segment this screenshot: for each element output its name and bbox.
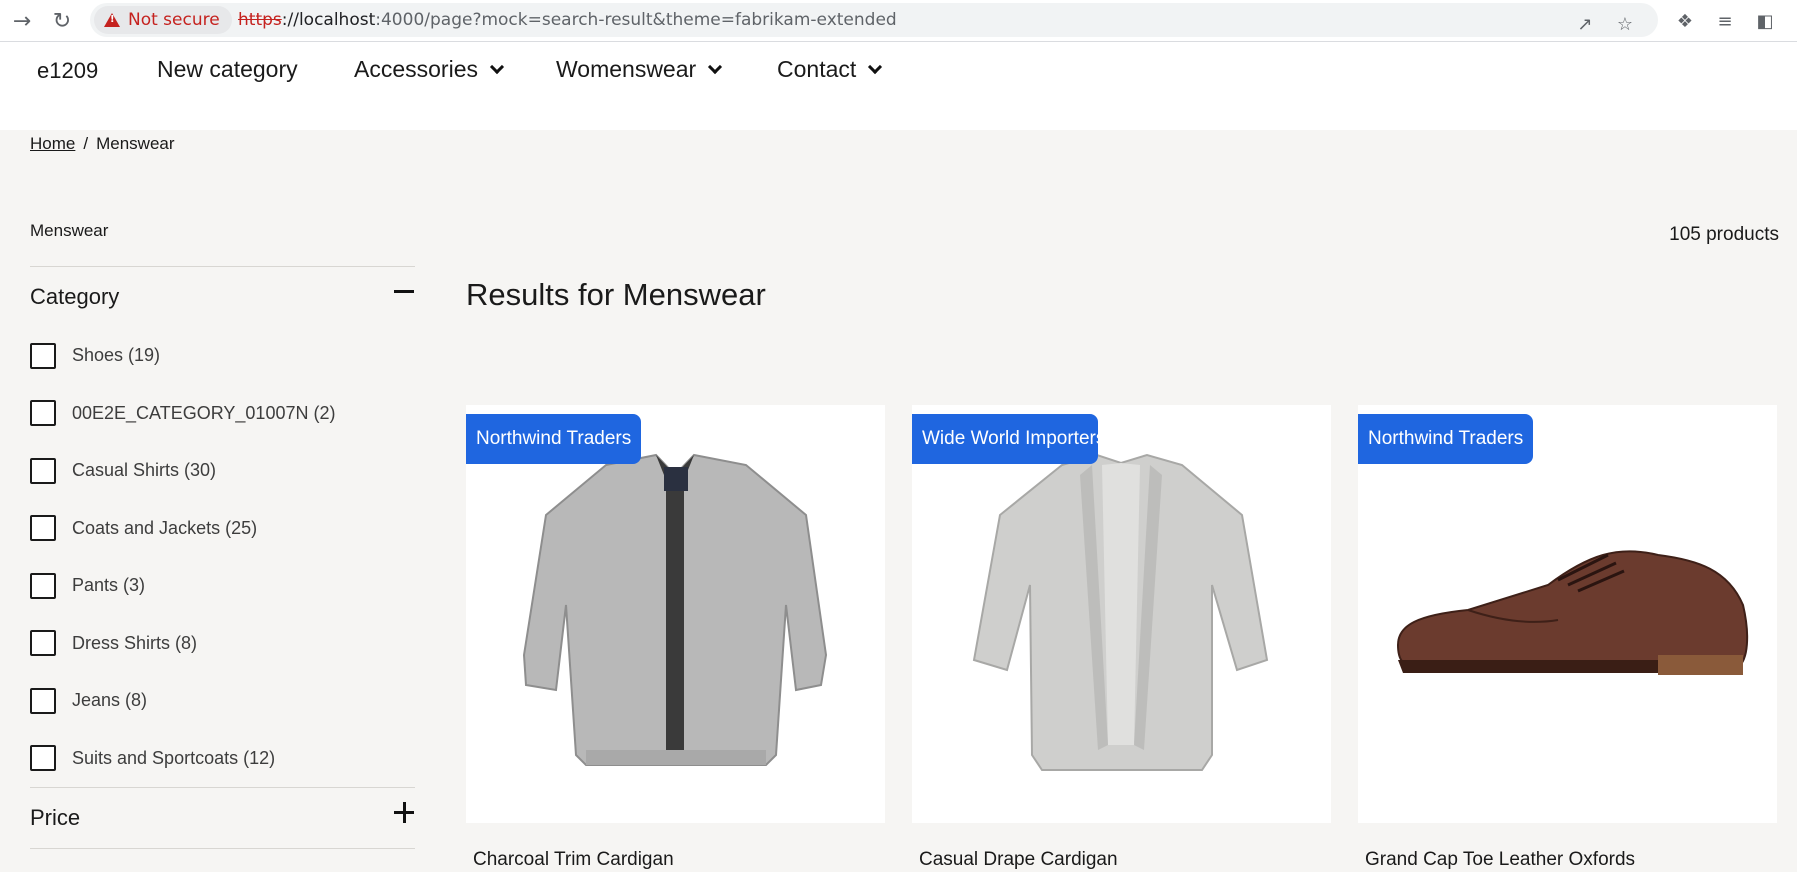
facet-option[interactable]: Dress Shirts (8) — [30, 615, 415, 673]
nav-new-category[interactable]: New category — [157, 56, 298, 83]
cardigan-image — [972, 453, 1269, 771]
nav-label: Contact — [777, 56, 857, 82]
facet-option-label: Casual Shirts (30) — [72, 460, 217, 481]
facet-option-label: Coats and Jackets (25) — [72, 517, 258, 538]
product-image[interactable]: Wide World Importers — [912, 405, 1331, 823]
nav-label: Womenswear — [556, 56, 697, 82]
product-count: 105 products — [1669, 224, 1779, 245]
brand-logo[interactable]: e1209 — [37, 58, 98, 84]
chevron-down-icon — [708, 59, 723, 74]
facet-option[interactable]: Suits and Sportcoats (12) — [30, 730, 415, 788]
divider — [30, 848, 415, 849]
star-icon[interactable]: ☆ — [1612, 11, 1638, 37]
product-image[interactable]: Northwind Traders — [466, 405, 885, 823]
facet-option-label: 00E2E_CATEGORY_01007N (2) — [72, 402, 336, 423]
facet-option-label: Pants (3) — [72, 575, 146, 596]
nav-contact[interactable]: Contact — [777, 56, 883, 83]
checkbox[interactable] — [30, 687, 56, 714]
share-icon[interactable]: ↗ — [1572, 11, 1598, 37]
sidebar-title: Menswear — [30, 200, 415, 267]
url-path: :4000/page?mock=search-result&theme=fabr… — [375, 10, 897, 30]
facet-option[interactable]: Casual Shirts (30) — [30, 442, 415, 500]
warning-icon — [104, 13, 120, 27]
facet-option-label: Dress Shirts (8) — [72, 632, 198, 653]
forward-icon[interactable]: → — [8, 7, 36, 35]
brand-badge: Northwind Traders — [1358, 414, 1534, 464]
facet-option-label: Suits and Sportcoats (12) — [72, 747, 276, 768]
product-name[interactable]: Casual Drape Cardigan — [912, 849, 1331, 871]
checkbox[interactable] — [30, 342, 56, 369]
facet-label: Category — [30, 284, 120, 309]
product-card[interactable]: Northwind Traders Grand Cap Toe Leather … — [1358, 405, 1777, 871]
site-header: e1209 New category Accessories Womenswea… — [0, 42, 1797, 130]
nav-label: New category — [157, 56, 298, 82]
brand-badge: Wide World Importers — [912, 414, 1098, 464]
reload-icon[interactable]: ↻ — [48, 7, 76, 35]
checkbox[interactable] — [30, 630, 56, 657]
nav-womenswear[interactable]: Womenswear — [556, 56, 723, 83]
nav-accessories[interactable]: Accessories — [354, 56, 505, 83]
security-label: Not secure — [128, 10, 220, 30]
facet-category-header[interactable]: Category — [30, 267, 415, 327]
category-options: Shoes (19) 00E2E_CATEGORY_01007N (2) Cas… — [30, 327, 415, 787]
url-scheme: https — [238, 10, 282, 30]
product-name[interactable]: Charcoal Trim Cardigan — [466, 849, 885, 871]
facet-price-header[interactable]: Price — [30, 788, 415, 848]
cardigan-image — [522, 453, 828, 766]
nav-label: Accessories — [354, 56, 478, 82]
checkbox[interactable] — [30, 572, 56, 599]
checkbox[interactable] — [30, 457, 56, 484]
address-bar[interactable]: Not secure https://localhost:4000/page?m… — [90, 3, 1658, 37]
facet-option[interactable]: Pants (3) — [30, 557, 415, 615]
filter-sidebar: Menswear Category Shoes (19) 00E2E_CATEG… — [30, 200, 415, 849]
collapse-icon[interactable] — [393, 281, 415, 303]
checkbox[interactable] — [30, 745, 56, 772]
brand-badge: Northwind Traders — [466, 414, 642, 464]
facet-option-label: Shoes (19) — [72, 345, 161, 366]
security-chip[interactable]: Not secure — [94, 6, 232, 34]
checkbox[interactable] — [30, 400, 56, 427]
facet-option[interactable]: Coats and Jackets (25) — [30, 500, 415, 558]
facet-label: Price — [30, 805, 81, 830]
extensions-icon[interactable]: ❖ — [1672, 8, 1698, 34]
url-text[interactable]: https://localhost:4000/page?mock=search-… — [238, 3, 897, 37]
browser-toolbar: → ↻ Not secure https://localhost:4000/pa… — [0, 0, 1797, 42]
product-name[interactable]: Grand Cap Toe Leather Oxfords — [1358, 849, 1777, 871]
breadcrumb-separator: / — [83, 134, 89, 153]
expand-icon[interactable] — [393, 802, 415, 824]
breadcrumb: Home / Menswear — [30, 134, 175, 154]
chevron-down-icon — [868, 59, 883, 74]
product-card[interactable]: Wide World Importers Casual Drape Cardig… — [912, 405, 1331, 871]
side-panel-icon[interactable]: ◧ — [1752, 8, 1778, 34]
facet-option[interactable]: Shoes (19) — [30, 327, 415, 385]
reading-list-icon[interactable]: ≡ — [1712, 8, 1738, 34]
breadcrumb-home-link[interactable]: Home — [30, 134, 75, 154]
url-host: ://localhost — [281, 10, 376, 30]
breadcrumb-current: Menswear — [96, 134, 175, 153]
results-title: Results for Menswear — [466, 277, 766, 312]
facet-option[interactable]: Jeans (8) — [30, 672, 415, 730]
facet-option[interactable]: 00E2E_CATEGORY_01007N (2) — [30, 385, 415, 443]
product-card[interactable]: Northwind Traders Charcoal Trim Cardigan — [466, 405, 885, 871]
oxford-shoe-image — [1396, 550, 1749, 675]
facet-option-label: Jeans (8) — [72, 690, 148, 711]
chevron-down-icon — [489, 59, 505, 74]
product-image[interactable]: Northwind Traders — [1358, 405, 1777, 823]
checkbox[interactable] — [30, 515, 56, 542]
